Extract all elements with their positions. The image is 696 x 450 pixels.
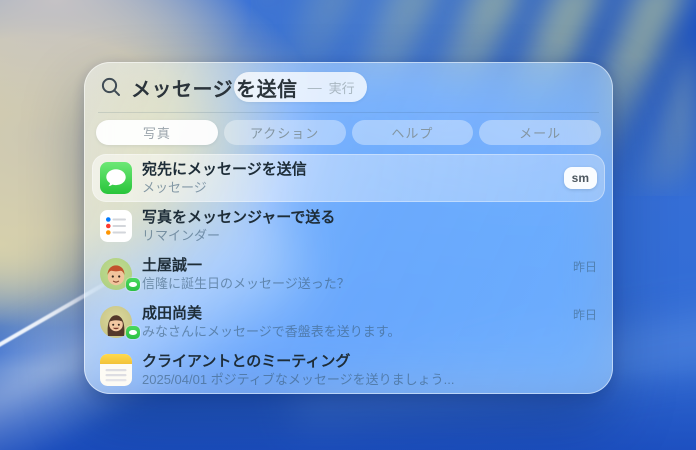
result-title: 宛先にメッセージを送信 (142, 161, 564, 178)
filter-chip-help[interactable]: ヘルプ (352, 120, 474, 145)
results-list: 宛先にメッセージを送信 メッセージ sm 写真をメッセンジャーで送る (84, 151, 613, 394)
search-icon (100, 76, 122, 98)
spotlight-panel: メッセージ を送信 — 実行 写真 アクション ヘルプ メール (84, 62, 613, 394)
message-presence-badge (126, 326, 140, 339)
autocomplete-completion: を送信 (236, 73, 298, 102)
result-title: 写真をメッセンジャーで送る (142, 209, 597, 226)
result-row-reminder[interactable]: 写真をメッセンジャーで送る リマインダー (92, 202, 605, 250)
result-subtitle: 信隆に誕生日のメッセージ送った？ (142, 276, 573, 291)
result-title: 成田尚美 (142, 305, 573, 322)
messages-app-icon (100, 162, 132, 194)
result-subtitle: 2025/04/01 ポジティブなメッセージを送りましょう... (142, 372, 597, 387)
desktop: メッセージ を送信 — 実行 写真 アクション ヘルプ メール (0, 0, 696, 450)
autocomplete-separator: — (308, 79, 322, 95)
result-row-send-message[interactable]: 宛先にメッセージを送信 メッセージ sm (92, 154, 605, 202)
result-row-note[interactable]: クライアントとのミーティング 2025/04/01 ポジティブなメッセージを送り… (92, 346, 605, 394)
search-input[interactable]: メッセージ (131, 73, 233, 102)
result-row-contact-2[interactable]: 成田尚美 みなさんにメッセージで香盤表を送ります。 昨日 (92, 298, 605, 346)
filter-chip-photos[interactable]: 写真 (96, 120, 218, 145)
autocomplete-pill[interactable]: を送信 — 実行 (234, 72, 367, 102)
autocomplete-action-hint: 実行 (329, 78, 355, 97)
result-subtitle: メッセージ (142, 180, 564, 195)
filter-chip-actions[interactable]: アクション (224, 120, 346, 145)
result-row-contact-1[interactable]: 土屋誠一 信隆に誕生日のメッセージ送った？ 昨日 (92, 250, 605, 298)
message-presence-badge (126, 278, 140, 291)
search-bar[interactable]: メッセージ を送信 — 実行 (84, 62, 613, 112)
result-title: クライアントとのミーティング (142, 353, 597, 370)
result-timestamp: 昨日 (573, 258, 597, 275)
filter-chip-row: 写真 アクション ヘルプ メール (84, 113, 613, 151)
notes-app-icon (100, 354, 132, 386)
result-timestamp: 昨日 (573, 306, 597, 323)
filter-chip-mail[interactable]: メール (479, 120, 601, 145)
result-subtitle: リマインダー (142, 228, 597, 243)
reminders-app-icon (100, 210, 132, 242)
shortcut-badge: sm (564, 167, 597, 189)
result-subtitle: みなさんにメッセージで香盤表を送ります。 (142, 324, 573, 339)
result-title: 土屋誠一 (142, 257, 573, 274)
